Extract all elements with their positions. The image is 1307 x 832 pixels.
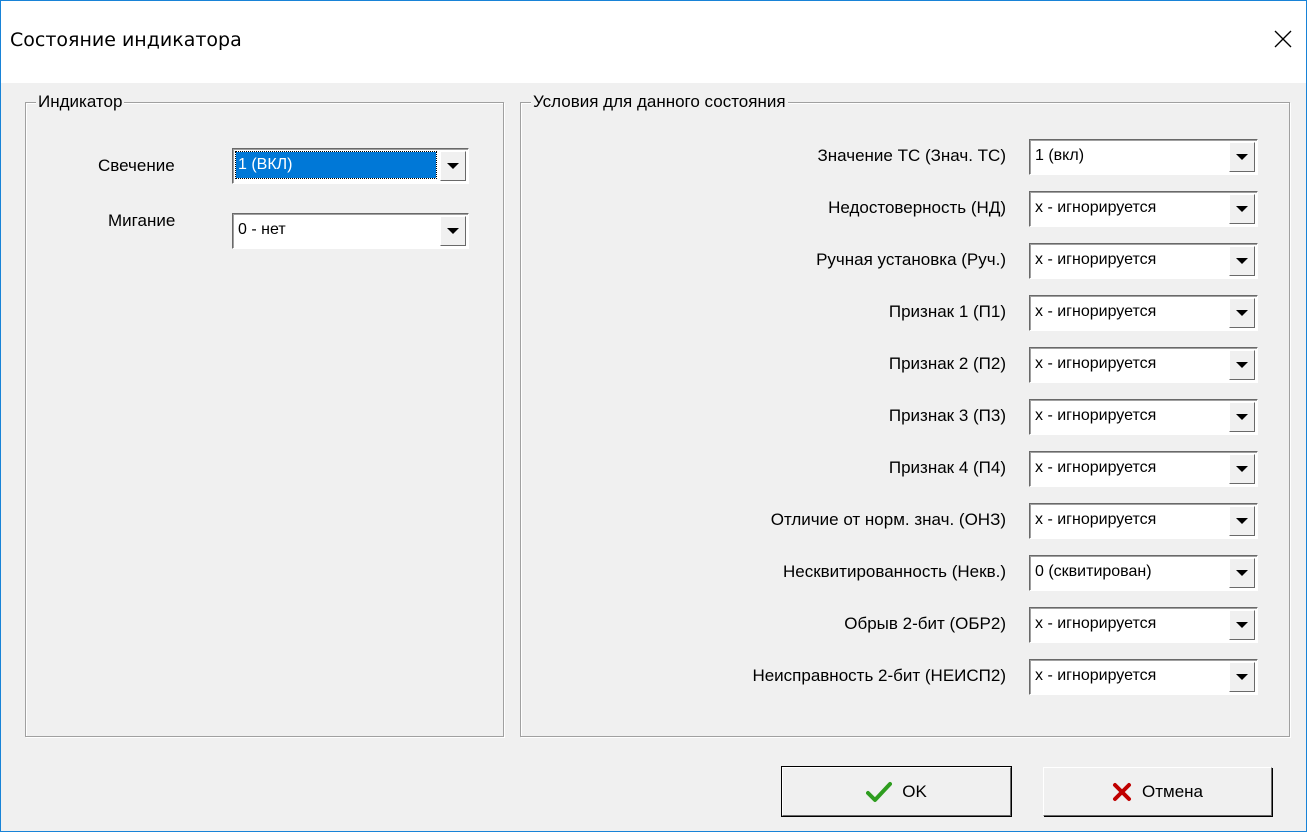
condition-select[interactable]: 1 (вкл) [1029,139,1258,175]
condition-label: Неисправность 2-бит (НЕИСП2) [752,666,1006,685]
chevron-down-icon [1236,362,1248,368]
condition-select-dropdown[interactable] [1229,506,1255,536]
chevron-down-icon [1236,206,1248,212]
condition-select[interactable]: x - игнорируется [1029,191,1258,227]
condition-select-dropdown[interactable] [1229,194,1255,224]
condition-select[interactable]: x - игнорируется [1029,347,1258,383]
ok-button[interactable]: OK [781,766,1012,817]
glow-label: Свечение [98,156,175,175]
condition-select-dropdown[interactable] [1229,350,1255,380]
chevron-down-icon [1236,622,1248,628]
condition-select-value: x - игнорируется [1035,511,1157,528]
conditions-group-title: Условия для данного состояния [531,92,788,112]
condition-select-dropdown[interactable] [1229,142,1255,172]
condition-select[interactable]: x - игнорируется [1029,451,1258,487]
condition-select-value: x - игнорируется [1035,459,1157,476]
condition-select-value: x - игнорируется [1035,251,1157,268]
condition-label: Признак 1 (П1) [888,302,1006,321]
condition-label: Недостоверность (НД) [828,198,1006,217]
close-icon [1274,30,1292,48]
chevron-down-icon [1236,258,1248,264]
condition-select-value: x - игнорируется [1035,667,1157,684]
condition-select-dropdown[interactable] [1229,298,1255,328]
indicator-group-title: Индикатор [36,92,125,112]
cancel-button-label: Отмена [1142,781,1203,801]
condition-label: Признак 3 (П3) [888,406,1006,425]
blink-label: Мигание [108,211,176,230]
ok-button-label: OK [902,781,927,801]
condition-select-dropdown[interactable] [1229,558,1255,588]
chevron-down-icon [1236,570,1248,576]
cross-icon [1112,782,1132,802]
cancel-button[interactable]: Отмена [1043,767,1272,816]
condition-select-dropdown[interactable] [1229,454,1255,484]
condition-select-value: x - игнорируется [1035,615,1157,632]
glow-select[interactable]: 1 (ВКЛ) [232,148,469,184]
condition-select[interactable]: x - игнорируется [1029,503,1258,539]
chevron-down-icon [1236,414,1248,420]
condition-label: Значение ТС (Знач. ТС) [817,146,1006,165]
dialog-window: Состояние индикатора Индикатор Свечение … [0,0,1307,832]
condition-select-value: 0 (сквитирован) [1035,563,1152,580]
indicator-group: Индикатор Свечение 1 (ВКЛ) Мигание 0 - н… [25,92,504,737]
condition-select-value: x - игнорируется [1035,199,1157,216]
blink-select-dropdown[interactable] [440,216,466,246]
chevron-down-icon [1236,674,1248,680]
title-bar: Состояние индикатора [1,1,1306,83]
chevron-down-icon [447,228,459,234]
close-button[interactable] [1260,19,1306,59]
condition-select-value: x - игнорируется [1035,355,1157,372]
chevron-down-icon [1236,518,1248,524]
condition-label: Ручная установка (Руч.) [816,250,1006,269]
condition-select-value: x - игнорируется [1035,407,1157,424]
condition-label: Отличие от норм. знач. (ОНЗ) [770,510,1006,529]
condition-select[interactable]: x - игнорируется [1029,399,1258,435]
condition-select[interactable]: x - игнорируется [1029,607,1258,643]
conditions-group: Условия для данного состояния Значение Т… [520,92,1290,737]
checkmark-icon [866,781,893,803]
condition-select-dropdown[interactable] [1229,402,1255,432]
condition-label: Несквитированность (Некв.) [782,562,1006,581]
condition-select[interactable]: 0 (сквитирован) [1029,555,1258,591]
blink-select[interactable]: 0 - нет [232,213,469,249]
condition-select-value: 1 (вкл) [1035,147,1085,164]
chevron-down-icon [1236,466,1248,472]
condition-select[interactable]: x - игнорируется [1029,243,1258,279]
condition-label: Обрыв 2-бит (ОБР2) [844,614,1006,633]
glow-select-value: 1 (ВКЛ) [235,151,437,179]
condition-select[interactable]: x - игнорируется [1029,295,1258,331]
condition-label: Признак 2 (П2) [888,354,1006,373]
chevron-down-icon [1236,310,1248,316]
blink-select-value: 0 - нет [238,221,286,238]
condition-select-value: x - игнорируется [1035,303,1157,320]
window-title: Состояние индикатора [10,29,242,51]
condition-select-dropdown[interactable] [1229,662,1255,692]
condition-label: Признак 4 (П4) [888,458,1006,477]
condition-select-dropdown[interactable] [1229,610,1255,640]
glow-select-dropdown[interactable] [440,151,466,181]
condition-select[interactable]: x - игнорируется [1029,659,1258,695]
chevron-down-icon [1236,154,1248,160]
condition-select-dropdown[interactable] [1229,246,1255,276]
chevron-down-icon [447,163,459,169]
